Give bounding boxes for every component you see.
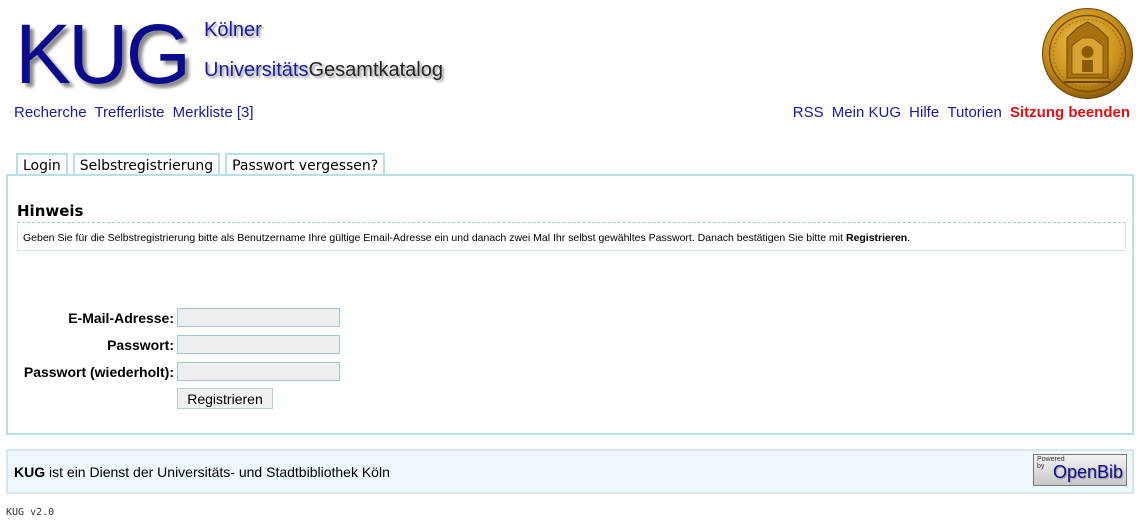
password-field[interactable] bbox=[177, 335, 340, 354]
subtitle-part-a: Universitäts bbox=[204, 59, 309, 81]
nav-mein-kug[interactable]: Mein KUG bbox=[832, 104, 901, 121]
nav-recherche[interactable]: Recherche bbox=[14, 104, 87, 121]
notice-text-bold: Registrieren bbox=[845, 232, 908, 244]
registration-panel: Hinweis Geben Sie für die Selbstregistri… bbox=[6, 174, 1134, 435]
kug-logo[interactable]: KUG bbox=[15, 12, 191, 96]
nav-hilfe[interactable]: Hilfe bbox=[909, 104, 939, 121]
footer: KUG ist ein Dienst der Universitäts- und… bbox=[6, 449, 1134, 494]
logo-subtitle-line2: UniversitätsGesamtkatalog bbox=[204, 59, 443, 82]
email-field[interactable] bbox=[177, 308, 340, 327]
notice-box: Geben Sie für die Selbstregistrierung bi… bbox=[17, 222, 1126, 251]
footer-description: ist ein Dienst der Universitäts- und Sta… bbox=[45, 464, 390, 480]
register-button[interactable]: Registrieren bbox=[177, 388, 273, 409]
logout-link[interactable]: Sitzung beenden bbox=[1010, 104, 1130, 121]
email-label: E-Mail-Adresse: bbox=[68, 310, 174, 326]
footer-brand: KUG bbox=[14, 464, 46, 480]
notice-text-main: Geben Sie für die Selbstregistrierung bi… bbox=[23, 232, 846, 244]
powered-by-openbib-badge[interactable]: Powered by OpenBib bbox=[1033, 454, 1127, 486]
university-seal-icon bbox=[1042, 8, 1133, 99]
nav-merkliste[interactable]: Merkliste [3] bbox=[173, 104, 254, 121]
password-repeat-label: Passwort (wiederholt): bbox=[23, 364, 174, 380]
nav-tutorien[interactable]: Tutorien bbox=[947, 104, 1001, 121]
openbib-name: OpenBib bbox=[1053, 462, 1124, 482]
password-label: Passwort: bbox=[107, 337, 174, 353]
notice-text-end: . bbox=[907, 232, 911, 244]
by-word: by bbox=[1037, 463, 1045, 470]
notice-text: Geben Sie für die Selbstregistrierung bi… bbox=[23, 232, 910, 244]
nav-rss[interactable]: RSS bbox=[793, 104, 824, 121]
main-nav: Recherche Trefferliste Merkliste [3] bbox=[14, 104, 258, 121]
nav-trefferliste[interactable]: Trefferliste bbox=[94, 104, 164, 121]
password-repeat-field[interactable] bbox=[177, 362, 340, 381]
notice-title: Hinweis bbox=[17, 202, 84, 220]
subtitle-part-b: Gesamtkatalog bbox=[308, 59, 443, 81]
user-nav: RSS Mein KUG Hilfe Tutorien Sitzung been… bbox=[789, 104, 1130, 121]
logo-subtitle-line1: Kölner bbox=[204, 19, 262, 41]
footer-text: KUG ist ein Dienst der Universitäts- und… bbox=[14, 464, 390, 480]
version-text: KUG v2.0 bbox=[6, 507, 55, 518]
